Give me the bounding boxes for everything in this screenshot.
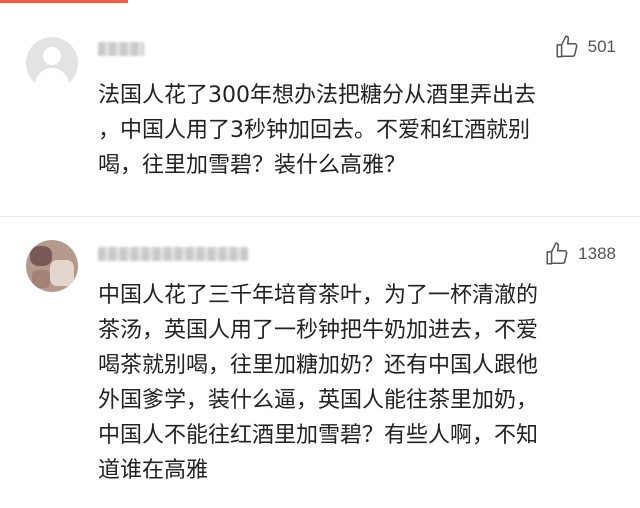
avatar[interactable] — [26, 240, 78, 292]
comment-text: 法国人花了300年想办法把糖分从酒里弄出去 ，中国人用了3秒钟加回去。不爱和红酒… — [98, 83, 536, 178]
comment-text: 中国人花了三千年培育茶叶，为了一杯清澈的 茶汤，英国人用了一秒钟把牛奶加进去，不… — [98, 283, 539, 483]
like-button[interactable]: 1388 — [544, 241, 616, 267]
thumbs-up-icon — [556, 35, 578, 58]
comment-item: 501 法国人花了300年想办法把糖分从酒里弄出去 ，中国人用了3秒钟加回去。不… — [0, 0, 640, 216]
like-count: 1388 — [578, 244, 616, 263]
thumbs-up-icon — [546, 242, 568, 265]
person-silhouette-icon — [43, 47, 61, 65]
like-count: 501 — [587, 37, 616, 56]
avatar[interactable] — [26, 37, 78, 89]
comment-item: 1388 中国人花了三千年培育茶叶，为了一杯清澈的 茶汤，英国人用了一秒钟把牛奶… — [0, 217, 640, 508]
username[interactable] — [98, 42, 144, 56]
username[interactable] — [98, 247, 248, 261]
like-button[interactable]: 501 — [554, 34, 616, 60]
